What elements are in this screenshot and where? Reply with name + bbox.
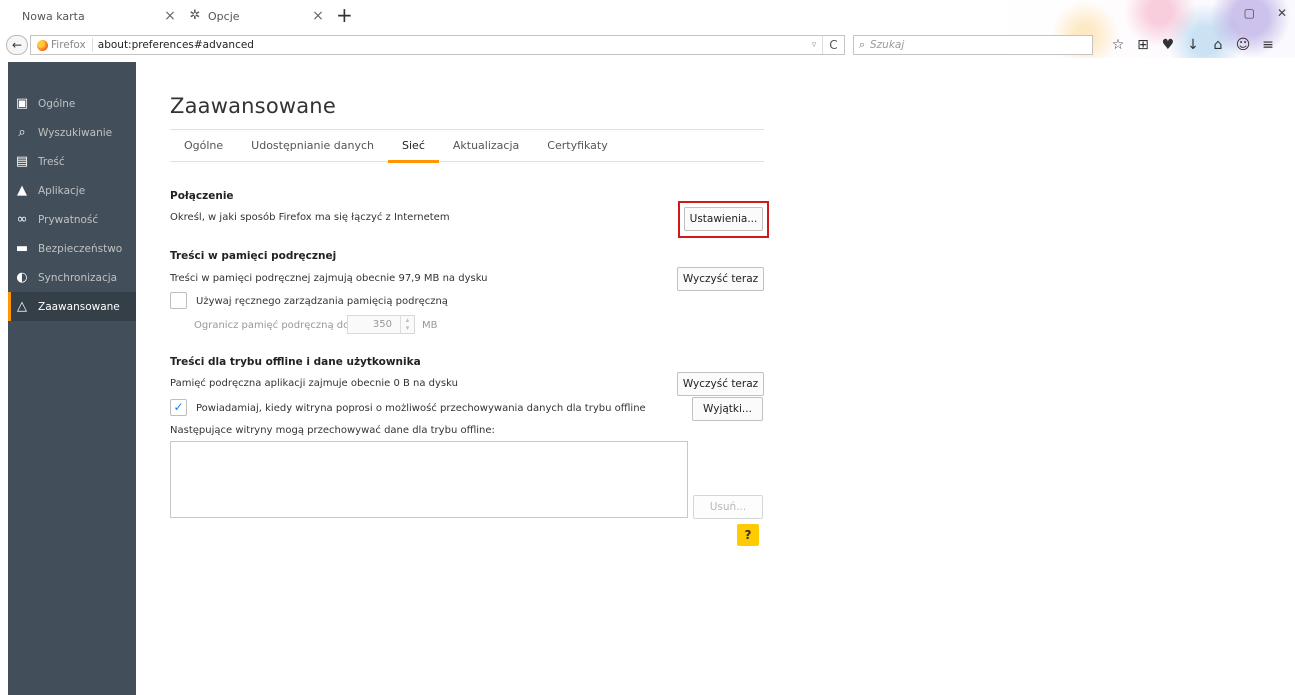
tab-update[interactable]: Aktualizacja <box>439 130 533 162</box>
cache-heading: Treści w pamięci podręcznej <box>170 250 337 262</box>
advanced-tabs: Ogólne Udostępnianie danych Sieć Aktuali… <box>170 129 764 163</box>
security-icon: ▬ <box>15 241 29 256</box>
identity-label: Firefox <box>51 39 86 51</box>
sidebar-item-sync[interactable]: ◐ Synchronizacja <box>8 263 136 292</box>
sidebar-item-security[interactable]: ▬ Bezpieczeństwo <box>8 234 136 263</box>
sidebar-item-privacy[interactable]: ∞ Prywatność <box>8 205 136 234</box>
offline-sites-list[interactable] <box>170 441 688 518</box>
connection-description: Określ, w jaki sposób Firefox ma się łąc… <box>170 212 450 223</box>
firefox-icon <box>37 39 48 51</box>
cache-description: Treści w pamięci podręcznej zajmują obec… <box>170 273 488 284</box>
back-button[interactable]: ← <box>6 35 28 55</box>
preferences-content: Zaawansowane Ogólne Udostępnianie danych… <box>170 62 769 546</box>
close-icon[interactable]: × <box>160 8 180 24</box>
connection-heading: Połączenie <box>170 190 234 202</box>
notify-offline-checkbox[interactable]: ✓ <box>170 399 187 416</box>
sidebar-item-label: Bezpieczeństwo <box>38 242 123 255</box>
manual-cache-label: Używaj ręcznego zarządzania pamięcią pod… <box>196 296 448 307</box>
offline-description: Pamięć podręczna aplikacji zajmuje obecn… <box>170 378 458 389</box>
tab-new-tab[interactable]: Nowa karta × <box>10 0 180 32</box>
sidebar-item-label: Treść <box>38 155 65 168</box>
url-bar[interactable]: Firefox about:preferences#advanced ▿ C <box>30 35 845 55</box>
sidebar-item-label: Ogólne <box>38 97 76 110</box>
preferences-sidebar: ▣ Ogólne ⌕ Wyszukiwanie ▤ Treść ▲ Aplika… <box>8 62 136 695</box>
search-icon: ⌕ <box>858 38 866 51</box>
sidebar-item-label: Prywatność <box>38 213 99 226</box>
menu-icon[interactable]: ≡ <box>1260 36 1276 54</box>
sidebar-item-general[interactable]: ▣ Ogólne <box>8 89 136 118</box>
window-controls: ▢ ✕ <box>1244 6 1287 20</box>
sidebar-item-search[interactable]: ⌕ Wyszukiwanie <box>8 118 136 147</box>
offline-sites-label: Następujące witryny mogą przechowywać da… <box>170 425 495 436</box>
offline-heading: Treści dla trybu offline i dane użytkown… <box>170 356 421 368</box>
applications-icon: ▲ <box>17 183 27 198</box>
content-icon: ▤ <box>15 154 29 169</box>
notify-offline-label: Powiadamiaj, kiedy witryna poprosi o moż… <box>196 403 646 414</box>
close-window-icon[interactable]: ✕ <box>1277 6 1287 20</box>
gear-icon: ✲ <box>189 8 201 23</box>
tab-general[interactable]: Ogólne <box>170 130 237 162</box>
dropmarker-icon[interactable]: ▿ <box>806 40 822 50</box>
help-button[interactable]: ? <box>737 524 759 546</box>
cache-limit-label: Ogranicz pamięć podręczną do <box>194 320 350 331</box>
sidebar-item-advanced[interactable]: △ Zaawansowane <box>8 292 136 321</box>
remove-button[interactable]: Usuń... <box>693 495 763 519</box>
new-tab-button[interactable]: + <box>336 4 353 26</box>
restore-icon[interactable]: ▢ <box>1244 6 1255 20</box>
tab-title: Opcje <box>208 9 240 23</box>
tab-data-choices[interactable]: Udostępnianie danych <box>237 130 388 162</box>
downloads-icon[interactable]: ↓ <box>1185 36 1201 54</box>
close-icon[interactable]: × <box>308 8 328 24</box>
bookmarks-menu-icon[interactable]: ⊞ <box>1135 36 1151 54</box>
search-icon: ⌕ <box>18 125 26 140</box>
search-bar[interactable]: ⌕ Szukaj <box>853 35 1093 55</box>
navigation-bar: ← Firefox about:preferences#advanced ▿ C… <box>0 32 1295 58</box>
reload-button[interactable]: C <box>822 36 844 54</box>
general-icon: ▣ <box>15 96 29 111</box>
sidebar-item-label: Aplikacje <box>38 184 86 197</box>
sidebar-item-applications[interactable]: ▲ Aplikacje <box>8 176 136 205</box>
toolbar-icons: ☆ ⊞ ♥ ↓ ⌂ ☺ ≡ <box>1110 36 1276 54</box>
tab-certificates[interactable]: Certyfikaty <box>533 130 621 162</box>
tab-network[interactable]: Sieć <box>388 130 439 163</box>
advanced-icon: △ <box>17 299 27 314</box>
account-icon[interactable]: ☺ <box>1235 36 1251 54</box>
tab-bar: Nowa karta × ✲ Opcje × + ▢ ✕ <box>0 0 1295 58</box>
clear-offline-button[interactable]: Wyczyść teraz <box>677 372 764 396</box>
privacy-icon: ∞ <box>16 212 28 227</box>
identity-box[interactable]: Firefox <box>31 38 93 52</box>
tab-title: Nowa karta <box>22 9 85 23</box>
cache-size-value: 350 <box>372 319 392 330</box>
sync-icon: ◐ <box>16 270 28 285</box>
sidebar-item-label: Wyszukiwanie <box>38 126 113 139</box>
page-title: Zaawansowane <box>170 94 336 118</box>
sidebar-item-content[interactable]: ▤ Treść <box>8 147 136 176</box>
spinner-icon[interactable]: ▴ ▾ <box>400 316 414 333</box>
clear-cache-button[interactable]: Wyczyść teraz <box>677 267 764 291</box>
tab-options[interactable]: ✲ Opcje × <box>188 0 328 32</box>
sidebar-item-label: Zaawansowane <box>38 300 120 313</box>
cache-unit: MB <box>422 320 438 331</box>
exceptions-button[interactable]: Wyjątki... <box>692 397 763 421</box>
url-text[interactable]: about:preferences#advanced <box>93 39 806 51</box>
sidebar-item-label: Synchronizacja <box>38 271 118 284</box>
search-placeholder: Szukaj <box>870 39 905 51</box>
pocket-icon[interactable]: ♥ <box>1160 36 1176 54</box>
manual-cache-checkbox[interactable] <box>170 292 187 309</box>
bookmark-star-icon[interactable]: ☆ <box>1110 36 1126 54</box>
cache-size-input[interactable]: 350 ▴ ▾ <box>347 315 415 334</box>
connection-settings-button[interactable]: Ustawienia... <box>684 207 763 231</box>
home-icon[interactable]: ⌂ <box>1210 36 1226 54</box>
